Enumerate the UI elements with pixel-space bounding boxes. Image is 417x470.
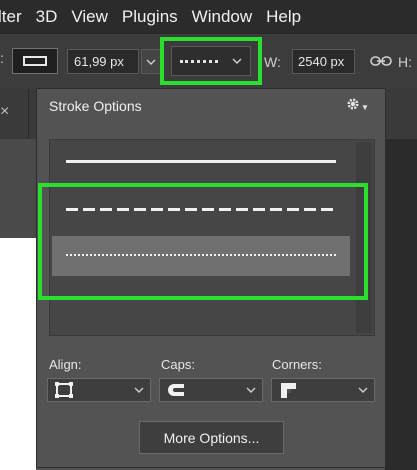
dashed-line-preview [66,208,336,211]
fill-label-fragment: : [0,50,4,66]
stroke-width-input[interactable]: 61,99 px [67,49,139,74]
menu-help[interactable]: Help [266,7,301,27]
menu-filter[interactable]: lter [0,7,22,27]
stroke-style-list [49,139,375,336]
dotted-line-preview [66,254,336,256]
corners-dropdown[interactable] [271,378,375,402]
menu-window[interactable]: Window [192,7,252,27]
height-label: H: [398,54,412,70]
more-options-button[interactable]: More Options... [139,421,284,454]
dotted-line-preview [180,59,218,63]
shape-width-input[interactable]: 2540 px [292,49,355,74]
chevron-down-icon [246,387,256,393]
options-bar: : 61,99 px W: 2540 px H: [0,33,417,89]
stroke-style-dotted[interactable] [52,236,350,276]
round-cap-icon [168,384,184,396]
panel-title: Stroke Options [49,98,142,114]
stroke-style-solid[interactable] [52,142,350,182]
align-inside-icon [55,382,73,398]
menu-plugins[interactable]: Plugins [122,7,178,27]
corners-label: Corners: [272,357,322,372]
link-icon[interactable] [370,55,392,67]
menu-bar: lter 3D View Plugins Window Help [0,0,417,33]
stroke-options-panel: Stroke Options ▼ Align: Caps: Corners: M… [36,88,386,468]
stroke-swatch-icon [23,56,47,66]
list-scrollbar[interactable] [356,142,372,333]
miter-corner-icon [281,383,296,398]
canvas-background [385,139,417,470]
stroke-width-dropdown[interactable] [141,49,161,74]
align-dropdown[interactable] [47,378,151,402]
canvas-area [0,139,36,238]
close-icon[interactable]: × [0,103,9,121]
align-label: Align: [49,357,82,372]
stroke-color-swatch[interactable] [12,48,58,74]
menu-view[interactable]: View [71,7,108,27]
stroke-style-dashed[interactable] [52,190,350,230]
solid-line-preview [66,160,336,163]
chevron-down-icon [134,387,144,393]
width-label: W: [264,54,281,70]
caps-dropdown[interactable] [159,378,263,402]
chevron-down-icon [146,59,156,65]
chevron-down-icon [232,58,242,64]
gear-icon[interactable]: ▼ [346,97,369,114]
caps-label: Caps: [161,357,195,372]
gear-shape [347,98,359,110]
stroke-type-dropdown[interactable] [171,46,251,76]
tab-divider [28,89,29,139]
document-canvas [0,238,36,470]
menu-3d[interactable]: 3D [36,7,58,27]
chevron-down-icon [358,387,368,393]
